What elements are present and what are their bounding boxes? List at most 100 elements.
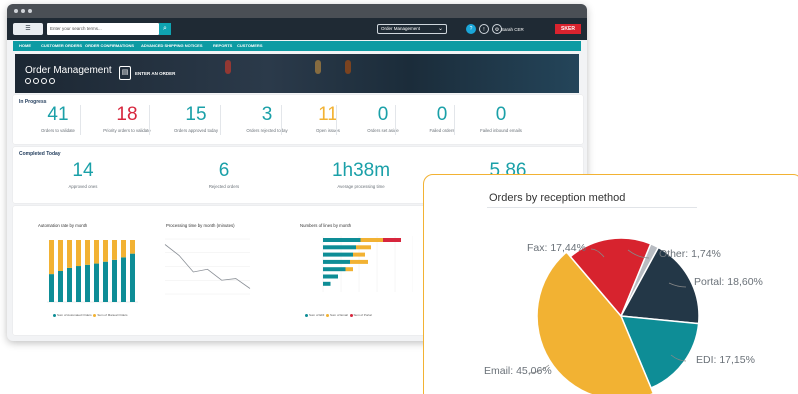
- processing-chart: [164, 238, 251, 295]
- legend-swatch: [326, 313, 330, 317]
- completed-stat[interactable]: 1h38m Average processing time: [296, 160, 426, 190]
- stat-divider: [454, 105, 455, 135]
- lines-chart-title: Numbers of lines by month: [300, 223, 352, 228]
- banner-action-icon[interactable]: [41, 78, 47, 84]
- help-icon[interactable]: ?: [466, 24, 476, 34]
- nav-reports[interactable]: REPORTS: [213, 41, 232, 51]
- bar-segment: [323, 238, 361, 242]
- bar-segment: [353, 252, 365, 257]
- window-dot-icon[interactable]: [14, 9, 18, 13]
- bar-manual: [103, 240, 108, 262]
- bar-manual: [121, 240, 126, 258]
- bar-manual: [85, 240, 90, 265]
- stat-divider: [220, 105, 221, 135]
- bar-automated: [67, 267, 72, 302]
- bar-manual: [112, 240, 117, 260]
- legend-swatch: [349, 313, 353, 317]
- bar-automated: [76, 266, 81, 302]
- stat-divider: [336, 105, 337, 135]
- legend-swatch: [53, 313, 56, 317]
- completed-stat[interactable]: 14 Approved ones: [18, 160, 148, 190]
- pie-label-edi: EDI: 17,15%: [696, 354, 755, 366]
- stat-value: 0: [495, 104, 507, 125]
- bar-manual: [58, 240, 63, 271]
- legend-label: Sum of Portal: [353, 313, 372, 317]
- in-progress-stat[interactable]: 0 Failed inbound emails: [456, 104, 546, 134]
- bar-manual: [49, 240, 54, 275]
- stat-value: 1h38m: [331, 160, 391, 181]
- bar-segment: [323, 252, 353, 257]
- completed-today-title: Completed Today: [19, 151, 61, 157]
- bar-segment: [356, 245, 371, 250]
- search-input[interactable]: Enter your search terms...: [47, 23, 159, 35]
- legend-swatch: [93, 313, 97, 317]
- automation-chart-title: Automation rate by month: [38, 223, 88, 228]
- nav-customers[interactable]: CUSTOMERS: [237, 41, 262, 51]
- banner-decoration: [225, 60, 231, 74]
- nav-order-confirmations[interactable]: ORDER CONFIRMATIONS: [85, 41, 134, 51]
- stat-label: Approved ones: [68, 184, 98, 189]
- module-select[interactable]: Order Management ⌄: [377, 24, 447, 34]
- main-nav: HOME CUSTOMER ORDERS ORDER CONFIRMATIONS…: [13, 41, 581, 51]
- bar-automated: [121, 257, 126, 302]
- stat-value: 6: [218, 160, 230, 181]
- bar-segment: [323, 267, 346, 272]
- legend-label: Sum of Automated Orders: [57, 313, 92, 317]
- bar-automated: [130, 253, 135, 302]
- window-dot-icon[interactable]: [28, 9, 32, 13]
- bar-segment: [323, 245, 356, 250]
- nav-asn[interactable]: ADVANCED SHIPPING NOTICES: [141, 41, 203, 51]
- stat-divider: [281, 105, 282, 135]
- nav-customer-orders[interactable]: CUSTOMER ORDERS: [41, 41, 82, 51]
- user-name[interactable]: Sarah CER: [501, 27, 524, 32]
- banner-action-icon[interactable]: [49, 78, 55, 84]
- legend-label: Sum of Manual Orders: [97, 313, 128, 317]
- stat-value: 14: [72, 160, 94, 181]
- bar-segment: [323, 259, 350, 264]
- in-progress-card: In Progress 41 Orders to validate 18 Priori…: [13, 95, 583, 144]
- window-titlebar: [7, 4, 587, 18]
- pie-label-portal: Portal: 18,60%: [694, 276, 763, 288]
- bar-manual: [130, 240, 135, 254]
- legend-label: Sum of EDI: [309, 313, 325, 317]
- banner-decoration: [345, 60, 351, 74]
- chevron-down-icon: ⌄: [437, 26, 443, 32]
- bar-manual: [94, 240, 99, 264]
- notification-icon[interactable]: !: [479, 24, 489, 34]
- window-dot-icon[interactable]: [21, 9, 25, 13]
- enter-order-button[interactable]: ENTER AN ORDER: [135, 71, 175, 76]
- bar-segment: [360, 238, 383, 242]
- bar-segment: [383, 238, 401, 242]
- bar-automated: [94, 263, 99, 302]
- bar-segment: [350, 259, 368, 264]
- app-header: ☰ Enter your search terms... ⌕ Order Man…: [7, 18, 587, 40]
- legend-label: Sum of Email: [330, 313, 348, 317]
- stat-divider: [80, 105, 81, 135]
- bar-segment: [323, 281, 331, 286]
- search-icon[interactable]: ⌕: [159, 23, 171, 35]
- reception-method-card: Orders by reception method Other: 1,74% P…: [423, 174, 798, 394]
- bar-automated: [49, 274, 54, 302]
- stat-label: Average processing time: [337, 184, 385, 189]
- stat-label: Rejected orders: [208, 184, 240, 189]
- brand-logo: SKER: [555, 24, 581, 34]
- banner-action-icon[interactable]: [25, 78, 31, 84]
- lines-legend: Sum of EDI Sum of Email Sum of Portal: [305, 313, 372, 317]
- menu-icon[interactable]: ☰: [13, 23, 43, 35]
- pie-label-other: Other: 1,74%: [659, 248, 721, 260]
- page-title: Order Management: [25, 65, 112, 76]
- bar-automated: [103, 261, 108, 302]
- nav-home[interactable]: HOME: [19, 41, 31, 51]
- completed-stat[interactable]: 6 Rejected orders: [159, 160, 289, 190]
- stat-label: Failed inbound emails: [480, 128, 522, 133]
- banner-decoration: [315, 60, 321, 74]
- banner-action-icon[interactable]: [33, 78, 39, 84]
- legend-swatch: [305, 313, 308, 317]
- automation-chart: [47, 240, 138, 303]
- stat-divider: [149, 105, 150, 135]
- bar-automated: [85, 264, 90, 302]
- bar-segment: [345, 267, 353, 272]
- module-select-value: Order Management: [381, 26, 421, 31]
- enter-order-icon[interactable]: ▤: [119, 66, 131, 80]
- bar-segment: [323, 274, 338, 279]
